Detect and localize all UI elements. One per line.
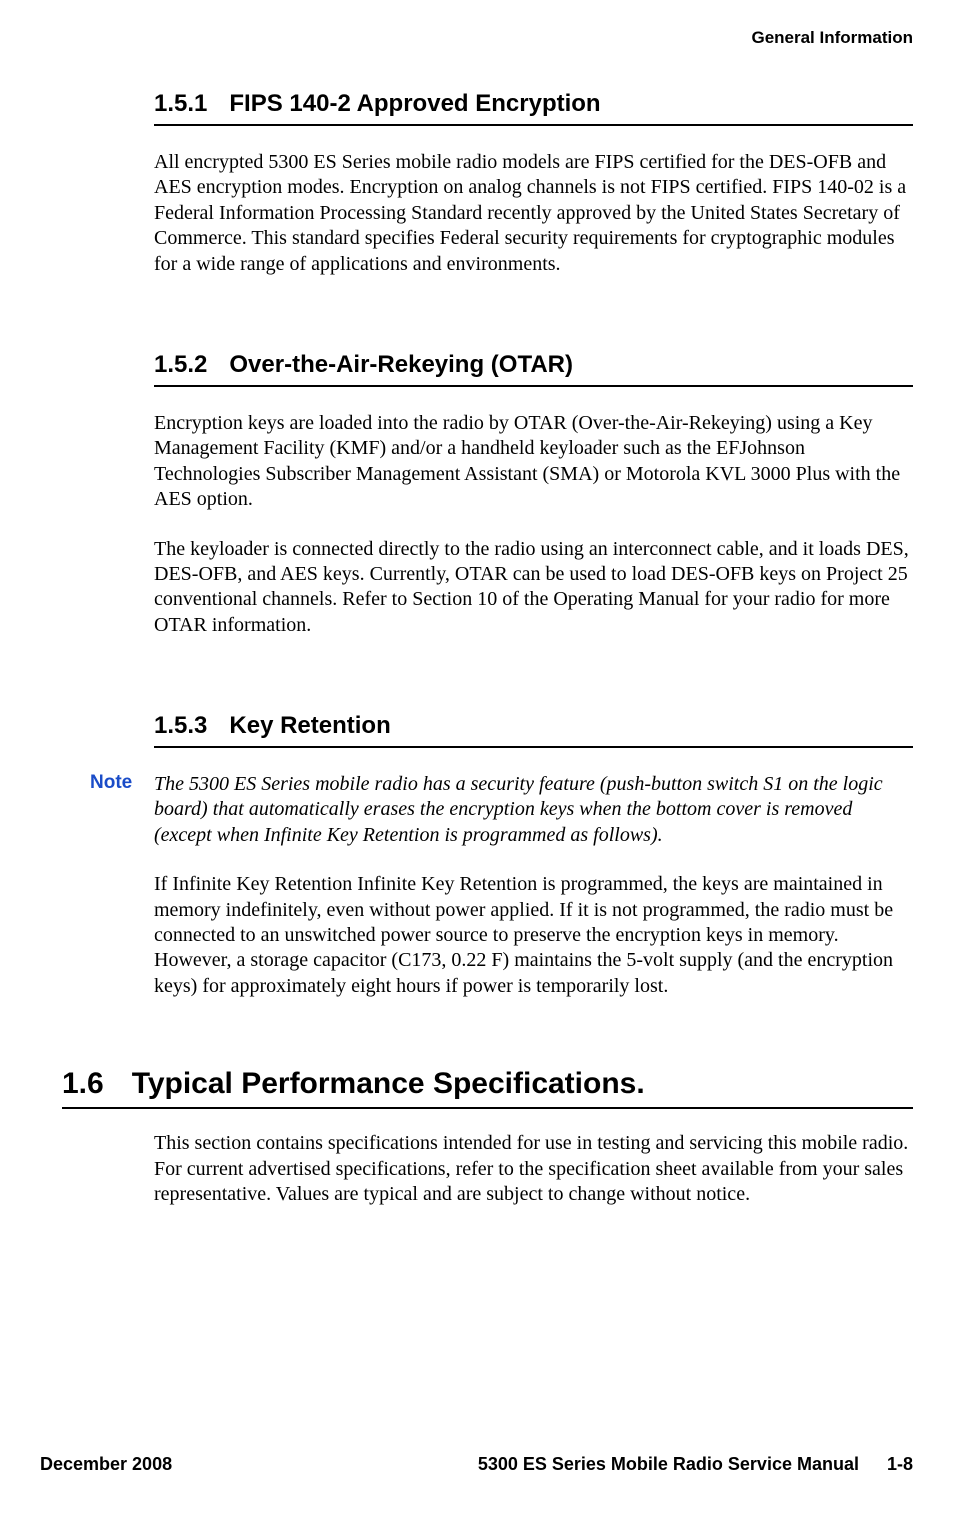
section-rule <box>154 746 913 748</box>
section-rule <box>154 124 913 126</box>
body-paragraph: All encrypted 5300 ES Series mobile radi… <box>154 150 913 277</box>
section-number: 1.5.3 <box>154 712 207 740</box>
major-section-1-6: 1.6 Typical Performance Specifications. T… <box>62 1067 913 1207</box>
body-paragraph: Encryption keys are loaded into the radi… <box>154 411 913 513</box>
section-heading-1-5-2: 1.5.2 Over-the-Air-Rekeying (OTAR) <box>154 351 913 379</box>
section-title: Over-the-Air-Rekeying (OTAR) <box>229 351 573 378</box>
note-text: The 5300 ES Series mobile radio has a se… <box>154 772 913 848</box>
section-number: 1.5.2 <box>154 351 207 379</box>
section-title: FIPS 140-2 Approved Encryption <box>229 90 600 117</box>
major-rule <box>62 1107 913 1109</box>
footer-manual-title: 5300 ES Series Mobile Radio Service Manu… <box>478 1454 859 1475</box>
section-heading-1-5-1: 1.5.1 FIPS 140-2 Approved Encryption <box>154 90 913 118</box>
body-paragraph: The keyloader is connected directly to t… <box>154 537 913 639</box>
major-number: 1.6 <box>62 1067 104 1101</box>
section-title: Key Retention <box>229 712 390 739</box>
body-paragraph: If Infinite Key Retention Infinite Key R… <box>154 872 913 999</box>
running-header: General Information <box>62 28 913 48</box>
major-title: Typical Performance Specifications. <box>132 1067 645 1100</box>
page-content: 1.5.1 FIPS 140-2 Approved Encryption All … <box>62 90 913 999</box>
body-paragraph: This section contains specifications int… <box>154 1131 913 1207</box>
footer-page-number: 1-8 <box>887 1454 913 1475</box>
footer-date: December 2008 <box>40 1454 172 1475</box>
note-label: Note <box>90 772 132 794</box>
section-number: 1.5.1 <box>154 90 207 118</box>
major-heading: 1.6 Typical Performance Specifications. <box>62 1067 913 1101</box>
note-block: Note The 5300 ES Series mobile radio has… <box>154 772 913 848</box>
section-heading-1-5-3: 1.5.3 Key Retention <box>154 712 913 740</box>
page-footer: December 2008 5300 ES Series Mobile Radi… <box>40 1454 913 1475</box>
section-rule <box>154 385 913 387</box>
